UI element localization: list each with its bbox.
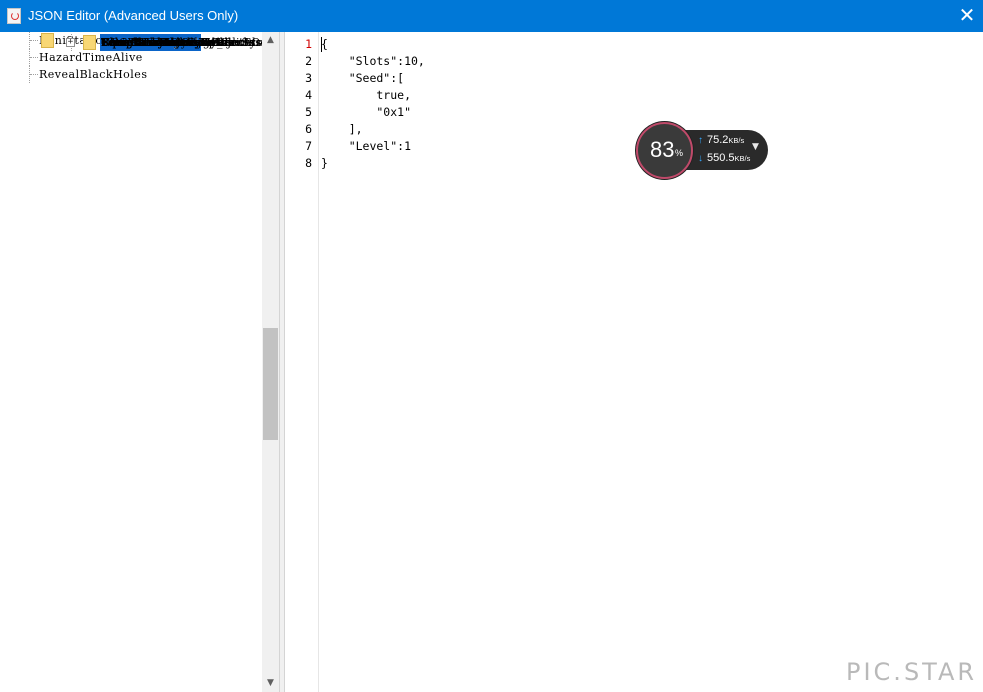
cpu-usage-gauge: 83 % <box>636 122 693 179</box>
line-number: 1 <box>305 37 312 51</box>
title-bar: JSON Editor (Advanced Users Only) ✕ <box>0 0 983 32</box>
line-number: 5 <box>305 105 312 119</box>
code-area[interactable]: { "Slots":10, "Seed":[ true, "0x1" ], "L… <box>321 36 425 172</box>
widget-menu-chevron-icon[interactable]: ▼ <box>752 142 759 152</box>
tree-node-label[interactable]: RevealBlackHoles <box>38 66 148 83</box>
code-line[interactable]: "Seed":[ <box>321 70 425 87</box>
json-text-editor[interactable]: 1 2 3 4 5 6 7 8 { "Slots":10, "Seed":[ true, "0… <box>284 32 983 692</box>
tree-node-label[interactable]: HazardTimeAlive <box>38 49 144 66</box>
code-line[interactable]: "Slots":10, <box>321 53 425 70</box>
code-line[interactable]: "Level":1 <box>321 138 425 155</box>
line-number-gutter: 1 2 3 4 5 6 7 8 <box>285 36 315 172</box>
tree-scrollbar[interactable]: ▲ ▼ <box>262 32 279 692</box>
download-rate-unit: KB/s <box>734 154 751 163</box>
tree-connector-branch <box>30 74 38 75</box>
upload-rate-unit: KB/s <box>728 136 745 145</box>
line-number: 3 <box>305 71 312 85</box>
expand-toggle-icon[interactable]: + <box>66 38 75 47</box>
code-line[interactable]: { <box>321 36 425 53</box>
tree-connector-branch <box>30 57 38 58</box>
download-arrow-icon: ↓ <box>698 153 703 164</box>
line-number: 7 <box>305 139 312 153</box>
tree-list: MiniStationUA+AnomalyPositionOverride+Ga… <box>0 32 279 83</box>
scroll-thumb[interactable] <box>263 328 278 440</box>
upload-rate-value: 75.2 <box>707 134 729 146</box>
download-rate-row: ↓ 550.5KB/s <box>698 151 758 166</box>
download-rate-value: 550.5 <box>707 152 735 164</box>
cpu-usage-unit: % <box>675 148 684 158</box>
line-number: 4 <box>305 88 312 102</box>
upload-rate-row: ↑ 75.2KB/s <box>698 133 758 148</box>
cpu-usage-value: 83 <box>650 137 675 162</box>
folder-icon <box>83 35 96 50</box>
tree-node[interactable]: + Chest7Inventory <box>41 33 201 51</box>
watermark: PIC.STAR <box>846 658 978 686</box>
code-line[interactable]: ], <box>321 121 425 138</box>
text-cursor <box>321 37 322 52</box>
code-line[interactable]: } <box>321 155 425 172</box>
scroll-up-button[interactable]: ▲ <box>262 32 279 49</box>
line-number: 2 <box>305 54 312 68</box>
tree-node[interactable]: RevealBlackHoles <box>0 66 262 83</box>
code-line[interactable]: true, <box>321 87 425 104</box>
tree-connector-branch <box>30 40 38 41</box>
close-button[interactable]: ✕ <box>951 0 983 32</box>
tree-node-label[interactable]: Chest7Inventory <box>100 34 202 51</box>
java-app-icon <box>7 8 21 24</box>
upload-arrow-icon: ↑ <box>698 135 703 146</box>
code-line[interactable]: "0x1" <box>321 104 425 121</box>
window-title: JSON Editor (Advanced Users Only) <box>28 8 239 23</box>
line-number: 8 <box>305 156 312 170</box>
json-tree-pane: MiniStationUA+AnomalyPositionOverride+Ga… <box>0 32 280 692</box>
scroll-down-button[interactable]: ▼ <box>262 675 279 692</box>
gutter-divider <box>318 32 319 692</box>
line-number: 6 <box>305 122 312 136</box>
tree-node[interactable]: HazardTimeAlive <box>0 49 262 66</box>
network-speed-widget[interactable]: 83 % ↑ 75.2KB/s ↓ 550.5KB/s ▼ <box>636 122 770 179</box>
